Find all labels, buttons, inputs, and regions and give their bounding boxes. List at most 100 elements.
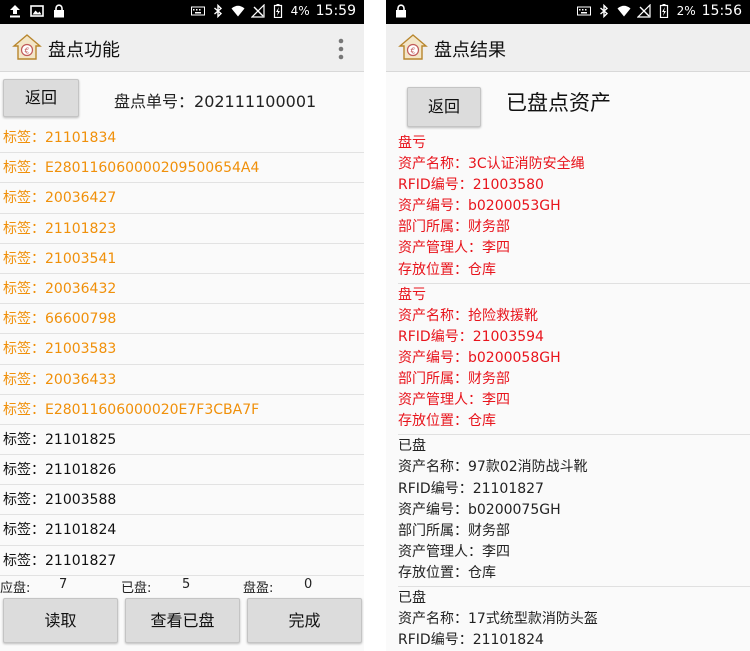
asset-detail-line: 资产名称：97款02消防战斗靴: [398, 459, 588, 476]
wifi-icon: [617, 4, 631, 18]
tag-row[interactable]: 标签：21101825: [0, 425, 364, 456]
svg-text:€: €: [24, 47, 29, 56]
tag-code: 20036433: [45, 371, 117, 388]
asset-detail-line: 资产名称：3C认证消防安全绳: [398, 156, 585, 173]
tag-prefix: 标签：: [3, 462, 45, 479]
done-count-label: 已盘:: [121, 581, 152, 596]
tag-prefix: 标签：: [3, 190, 45, 207]
tag-code: 20036427: [45, 190, 117, 207]
tag-code: 21101827: [45, 552, 117, 569]
asset-detail-line: 存放位置：仓库: [398, 564, 496, 581]
no-signal-icon: [636, 4, 651, 18]
tag-list[interactable]: 标签：21101834 标签：E280116060000209500654A4 标签…: [0, 123, 364, 576]
overflow-menu-icon[interactable]: [338, 38, 344, 60]
tag-row[interactable]: 标签：21003583: [0, 334, 364, 365]
back-button[interactable]: 返回: [3, 79, 79, 117]
tag-prefix: 标签：: [3, 431, 45, 448]
tag-code: 21101834: [45, 130, 117, 146]
asset-result-list[interactable]: 盘亏 资产名称：3C认证消防安全绳 RFID编号：21003580 资产编号：b020…: [398, 133, 750, 651]
tag-row[interactable]: 标签：20036427: [0, 183, 364, 214]
tag-prefix: 标签：: [3, 522, 45, 539]
asset-detail-line: RFID编号：21101824: [398, 632, 544, 649]
inventory-status: 盘亏: [398, 135, 426, 151]
tag-row[interactable]: 标签：21101827: [0, 546, 364, 576]
tag-prefix: 标签：: [3, 130, 45, 146]
tag-row[interactable]: 标签：21101823: [0, 214, 364, 244]
battery-charging-icon: [657, 4, 671, 18]
tag-code: 21003588: [45, 492, 117, 509]
asset-detail-line: 存放位置：仓库: [398, 413, 496, 430]
view-done-button[interactable]: 查看已盘: [125, 598, 240, 643]
tag-row[interactable]: 标签：21003588: [0, 485, 364, 516]
inventory-status: 盘亏: [398, 286, 426, 303]
tag-row[interactable]: 标签：21101834: [0, 123, 364, 154]
tag-row[interactable]: 标签：E28011606000020E7F3CBA7F: [0, 395, 364, 425]
no-signal-icon: [250, 4, 265, 18]
asset-result-item[interactable]: 已盘资产名称：17式统型款消防头盔 RFID编号：21101824: [398, 588, 750, 651]
tag-code: 21101825: [45, 431, 117, 448]
order-number-value: 202111100001: [194, 92, 317, 111]
tag-code: 66600798: [45, 311, 117, 328]
status-bar: 4% 15:59: [0, 0, 364, 24]
page-title: 盘点功能: [48, 40, 120, 61]
asset-detail-line: 资产编号：b0200058GH: [398, 349, 561, 366]
upload-icon: [8, 4, 22, 18]
tag-prefix: 标签：: [3, 552, 45, 569]
tag-row[interactable]: 标签：66600798: [0, 304, 364, 335]
asset-result-item[interactable]: 盘亏资产名称：3C认证消防安全绳 RFID编号：21003580 资产编号：b020…: [398, 133, 750, 284]
asset-detail-line: 资产管理人：李四: [398, 543, 510, 560]
tag-prefix: 标签：: [3, 250, 45, 267]
tag-code: 20036432: [45, 280, 117, 297]
tag-code: E280116060000209500654A4: [45, 160, 260, 177]
asset-detail-line: RFID编号：21101827: [398, 480, 544, 497]
keyboard-icon: [576, 4, 591, 18]
svg-text:€: €: [410, 47, 415, 56]
asset-detail-line: 部门所属：财务部: [398, 522, 510, 539]
tag-row[interactable]: 标签：20036432: [0, 274, 364, 305]
asset-detail-line: 资产名称：17式统型款消防头盔: [398, 611, 598, 628]
tag-prefix: 标签：: [3, 160, 45, 177]
tag-prefix: 标签：: [3, 492, 45, 509]
tag-prefix: 标签：: [3, 311, 45, 328]
surplus-count-label: 盘盈:: [243, 581, 274, 596]
app-bar: € 盘点结果: [386, 24, 750, 72]
tag-prefix: 标签：: [3, 280, 45, 297]
asset-detail-line: 资产编号：b0200053GH: [398, 198, 561, 215]
lock-icon: [394, 4, 408, 18]
bluetooth-icon: [211, 4, 225, 18]
asset-detail-line: 部门所属：财务部: [398, 219, 510, 236]
inventory-status: 已盘: [398, 589, 426, 606]
count-summary: 应盘: 7 已盘: 5 盘盈: 0: [0, 577, 364, 596]
battery-percent: 2%: [676, 4, 696, 18]
status-bar: 2% 15:56: [386, 0, 750, 24]
asset-detail-line: 存放位置：仓库: [398, 261, 496, 278]
finish-button[interactable]: 完成: [247, 598, 362, 643]
expected-count-label: 应盘:: [0, 581, 31, 596]
back-button[interactable]: 返回: [407, 87, 481, 127]
wifi-icon: [231, 4, 245, 18]
tag-row[interactable]: 标签：20036433: [0, 365, 364, 395]
tag-row[interactable]: 标签：21003541: [0, 244, 364, 274]
tag-prefix: 标签：: [3, 220, 45, 237]
tag-row[interactable]: 标签：E280116060000209500654A4: [0, 153, 364, 184]
tag-row[interactable]: 标签：21101824: [0, 515, 364, 546]
tag-prefix: 标签：: [3, 341, 45, 358]
asset-result-item[interactable]: 盘亏资产名称：抢险救援靴 RFID编号：21003594 资产编号：b0200058…: [398, 285, 750, 436]
asset-detail-line: RFID编号：21003594: [398, 328, 544, 345]
tag-row[interactable]: 标签：21101826: [0, 455, 364, 486]
asset-detail-line: 资产管理人：李四: [398, 240, 510, 257]
done-count-value: 5: [182, 577, 191, 592]
clock: 15:59: [315, 3, 356, 19]
asset-detail-line: 资产管理人：李四: [398, 392, 510, 409]
keyboard-icon: [190, 4, 205, 18]
asset-result-item[interactable]: 已盘 资产名称：97款02消防战斗靴 RFID编号：21101827 资产编号：b02…: [398, 436, 750, 587]
asset-detail-line: 资产编号：b0200075GH: [398, 501, 561, 518]
read-button[interactable]: 读取: [3, 598, 118, 643]
app-logo-icon: €: [12, 33, 42, 61]
asset-detail-line: RFID编号：21003580: [398, 177, 544, 194]
bluetooth-icon: [597, 4, 611, 18]
left-screen: 4% 15:59 € 盘点功能 返回 盘点单号：202111100001 标签：…: [0, 0, 364, 651]
battery-percent: 4%: [290, 4, 310, 18]
tag-prefix: 标签：: [3, 401, 45, 418]
asset-detail-line: 资产名称：抢险救援靴: [398, 307, 538, 324]
